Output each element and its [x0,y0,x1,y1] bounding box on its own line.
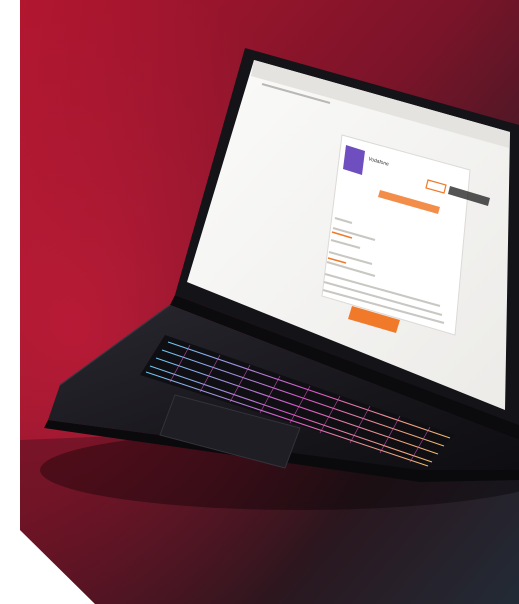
product-photo: Vodafone [0,0,519,604]
laptop-photo-illustration: Vodafone [20,0,519,604]
